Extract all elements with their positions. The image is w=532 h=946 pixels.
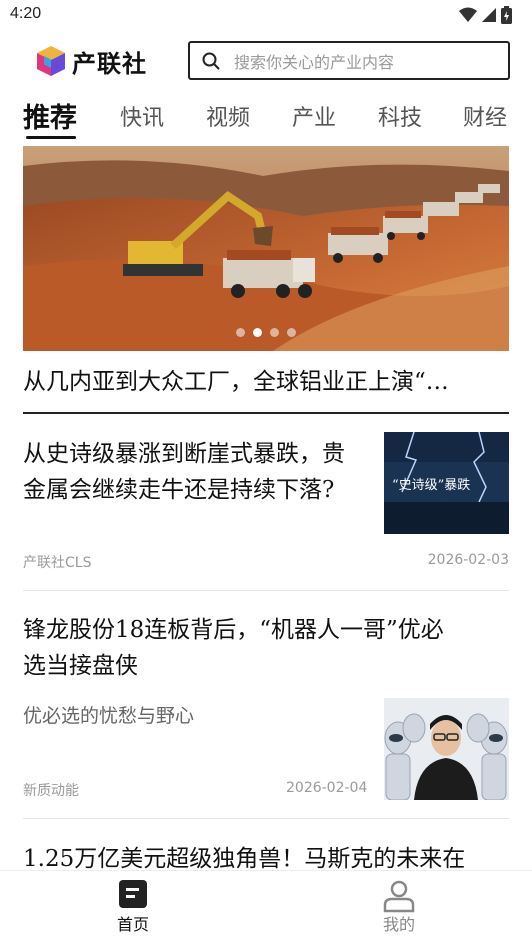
tab-flash[interactable]: 快讯 — [120, 100, 164, 132]
article-title-line: 选当接盘侠 — [23, 653, 138, 679]
banner-divider — [23, 412, 509, 414]
divider — [23, 590, 509, 591]
article-date: 2026-02-04 — [286, 780, 368, 796]
logo-cube-icon — [37, 46, 65, 76]
article-thumbnail[interactable] — [384, 698, 509, 800]
battery-icon — [501, 6, 512, 24]
app-name: 产联社 — [72, 48, 147, 78]
article-subtitle: 优必选的忧愁与野心 — [23, 705, 195, 727]
article-title[interactable]: 从史诗级暴涨到断崖式暴跌，贵 金属会继续走牛还是持续下落? — [23, 436, 345, 508]
bottom-navigation: 首页 我的 — [0, 870, 532, 946]
status-icons — [459, 5, 512, 25]
active-tab-indicator — [26, 136, 76, 139]
search-input[interactable]: 搜索你关心的产业内容 — [188, 41, 510, 80]
tab-video[interactable]: 视频 — [206, 100, 250, 132]
status-time: 4:20 — [10, 5, 42, 22]
robots-thumbnail-image — [384, 698, 509, 800]
article-source: 产联社CLS — [23, 555, 92, 571]
carousel-dot[interactable] — [236, 328, 245, 337]
nav-home-label: 首页 — [116, 915, 149, 934]
nav-profile-label: 我的 — [382, 915, 415, 934]
carousel-dots — [23, 328, 509, 337]
carousel-dot-active[interactable] — [253, 328, 262, 337]
article-title-line: 从史诗级暴涨到断崖式暴跌，贵 — [23, 441, 345, 467]
search-placeholder: 搜索你关心的产业内容 — [234, 52, 395, 72]
search-icon — [202, 52, 220, 69]
banner-title[interactable]: 从几内亚到大众工厂，全球铝业正上演“… — [23, 362, 493, 396]
tab-finance[interactable]: 财经 — [463, 100, 507, 132]
article-title-line: 金属会继续走牛还是持续下落? — [23, 477, 335, 503]
nav-profile[interactable]: 我的 — [359, 879, 439, 935]
thumbnail-caption: “史诗级”暴跌 — [392, 478, 471, 493]
article-title[interactable]: 锋龙股份18连板背后，“机器人一哥”优必 选当接盘侠 — [23, 612, 444, 684]
signal-icon — [482, 8, 496, 22]
app-header: 产联社 搜索你关心的产业内容 — [0, 36, 532, 86]
tab-tech[interactable]: 科技 — [378, 100, 422, 132]
carousel-dot[interactable] — [270, 328, 279, 337]
home-icon — [119, 880, 147, 908]
article-source: 新质动能 — [23, 783, 79, 799]
carousel-dot[interactable] — [287, 328, 296, 337]
wifi-icon — [459, 7, 477, 22]
app-logo: 产联社 — [34, 42, 154, 80]
category-tabs: 推荐 快讯 视频 产业 科技 财经 — [0, 96, 532, 142]
divider — [23, 818, 509, 819]
nav-home[interactable]: 首页 — [93, 879, 173, 935]
article-date: 2026-02-03 — [427, 552, 509, 568]
profile-icon — [383, 880, 415, 913]
article-thumbnail[interactable]: “史诗级”暴跌 — [384, 432, 509, 534]
tab-industry[interactable]: 产业 — [292, 100, 336, 132]
article-title-line: 锋龙股份18连板背后，“机器人一哥”优必 — [23, 617, 444, 643]
banner-carousel[interactable] — [23, 146, 509, 351]
banner-image — [23, 146, 509, 351]
status-bar: 4:20 — [0, 0, 532, 30]
tab-recommend[interactable]: 推荐 — [23, 96, 77, 135]
